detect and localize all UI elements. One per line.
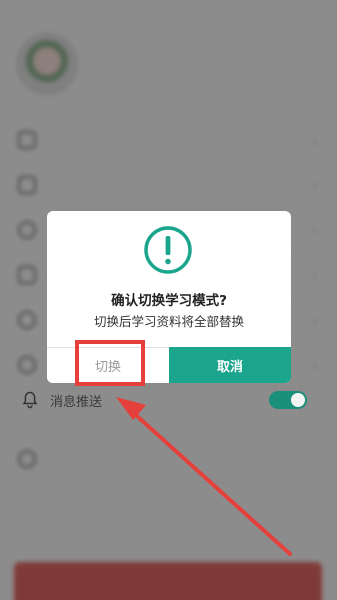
app-screen: › › › › › › 消息推送 确认切换学习模式? 切换后学习资料将全部替换 … <box>0 0 337 600</box>
exclamation-circle-icon <box>144 226 192 274</box>
dialog-subtitle: 切换后学习资料将全部替换 <box>93 314 244 329</box>
dialog-title: 确认切换学习模式? <box>111 293 227 309</box>
bell-icon <box>22 391 38 409</box>
notification-toggle[interactable] <box>269 391 307 409</box>
annotation-highlight-box <box>75 340 145 386</box>
cancel-button[interactable]: 取消 <box>169 347 291 383</box>
notification-row[interactable]: 消息推送 <box>22 383 102 417</box>
notification-label: 消息推送 <box>50 394 103 410</box>
